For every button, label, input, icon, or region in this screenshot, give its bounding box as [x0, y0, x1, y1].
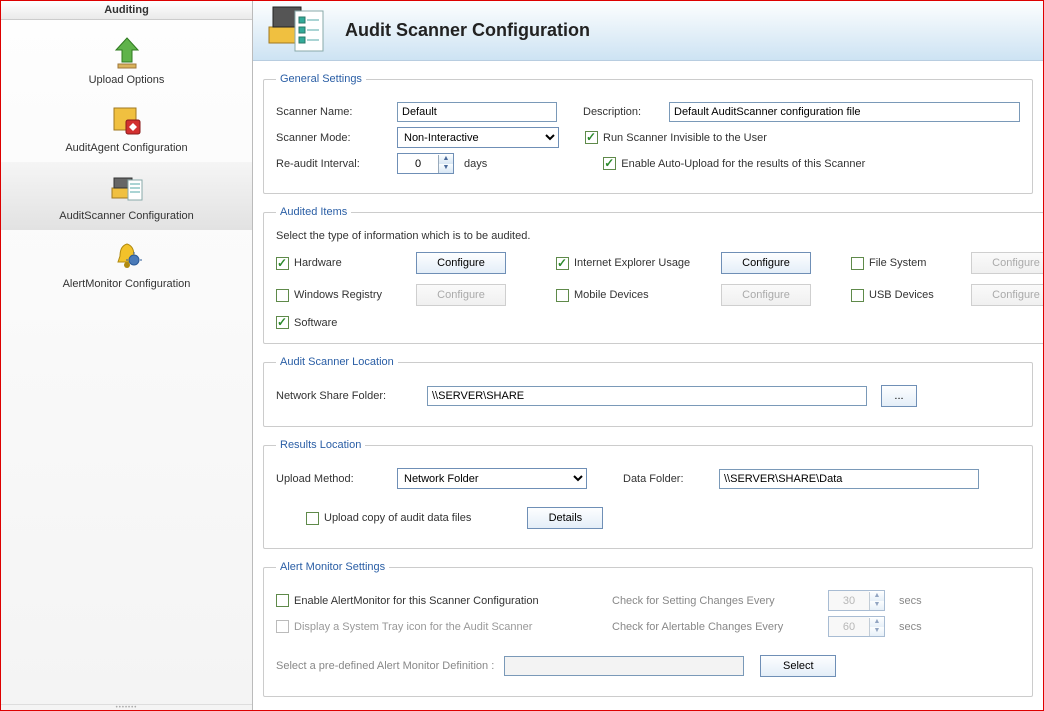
predef-label: Select a pre-defined Alert Monitor Defin…: [276, 660, 494, 672]
results-location-group: Results Location Upload Method: Network …: [263, 439, 1033, 549]
audited-items-group: Audited Items Select the type of informa…: [263, 206, 1043, 344]
run-invisible-checkbox[interactable]: Run Scanner Invisible to the User: [585, 131, 767, 144]
fs-configure-button: Configure: [971, 252, 1043, 274]
audited-instruction: Select the type of information which is …: [276, 230, 1043, 242]
sidebar: Auditing Upload Options AuditAgent Confi…: [1, 1, 253, 710]
scanner-name-input[interactable]: [397, 102, 557, 122]
general-legend: General Settings: [276, 73, 366, 85]
usb-checkbox[interactable]: USB Devices: [851, 289, 971, 302]
spin-down-icon[interactable]: ▼: [439, 164, 453, 173]
alertable-interval-spinner: ▲▼: [828, 616, 885, 637]
reaudit-label: Re-audit Interval:: [276, 158, 391, 170]
scanner-name-label: Scanner Name:: [276, 106, 391, 118]
check-alertable-label: Check for Alertable Changes Every: [612, 621, 822, 633]
software-checkbox[interactable]: Software: [276, 316, 416, 329]
check-setting-label: Check for Setting Changes Every: [612, 595, 822, 607]
description-input[interactable]: [669, 102, 1020, 122]
page-header: Audit Scanner Configuration: [253, 1, 1043, 61]
general-settings-group: General Settings Scanner Name: Descripti…: [263, 73, 1033, 194]
hardware-checkbox[interactable]: Hardware: [276, 257, 416, 270]
scanner-icon: [1, 166, 252, 206]
upload-icon: [1, 30, 252, 70]
agent-icon: [1, 98, 252, 138]
nsf-input[interactable]: [427, 386, 867, 406]
sidebar-item-auditagent[interactable]: AuditAgent Configuration: [1, 94, 252, 162]
enable-alertmonitor-checkbox[interactable]: Enable AlertMonitor for this Scanner Con…: [276, 594, 606, 607]
sidebar-item-alertmonitor[interactable]: AlertMonitor Configuration: [1, 230, 252, 298]
sidebar-item-auditscanner[interactable]: AuditScanner Configuration: [1, 162, 252, 230]
sidebar-item-label: Upload Options: [1, 70, 252, 86]
sidebar-resize-handle[interactable]: •••••••: [1, 704, 252, 710]
sidebar-title: Auditing: [1, 1, 252, 20]
mobile-configure-button: Configure: [721, 284, 811, 306]
sidebar-item-label: AuditAgent Configuration: [1, 138, 252, 154]
secs-label: secs: [899, 621, 922, 633]
reaudit-unit: days: [464, 158, 487, 170]
upload-copy-checkbox[interactable]: Upload copy of audit data files: [306, 512, 471, 525]
registry-configure-button: Configure: [416, 284, 506, 306]
systray-checkbox: Display a System Tray icon for the Audit…: [276, 620, 606, 633]
fs-checkbox[interactable]: File System: [851, 257, 971, 270]
page-title: Audit Scanner Configuration: [345, 20, 590, 41]
secs-label: secs: [899, 595, 922, 607]
auto-upload-checkbox[interactable]: Enable Auto-Upload for the results of th…: [603, 157, 865, 170]
scanner-location-group: Audit Scanner Location Network Share Fol…: [263, 356, 1033, 427]
sidebar-item-label: AlertMonitor Configuration: [1, 274, 252, 290]
hardware-configure-button[interactable]: Configure: [416, 252, 506, 274]
usb-configure-button: Configure: [971, 284, 1043, 306]
location-legend: Audit Scanner Location: [276, 356, 398, 368]
details-button[interactable]: Details: [527, 507, 603, 529]
ie-configure-button[interactable]: Configure: [721, 252, 811, 274]
select-button[interactable]: Select: [760, 655, 836, 677]
upload-method-select[interactable]: Network Folder: [397, 468, 587, 489]
data-folder-label: Data Folder:: [623, 473, 713, 485]
header-scanner-icon: [267, 1, 327, 60]
setting-interval-spinner: ▲▼: [828, 590, 885, 611]
bell-icon: [1, 234, 252, 274]
sidebar-item-upload-options[interactable]: Upload Options: [1, 26, 252, 94]
scanner-mode-label: Scanner Mode:: [276, 132, 391, 144]
reaudit-spinner[interactable]: ▲▼: [397, 153, 454, 174]
browse-button[interactable]: ...: [881, 385, 917, 407]
mobile-checkbox[interactable]: Mobile Devices: [556, 289, 721, 302]
ie-checkbox[interactable]: Internet Explorer Usage: [556, 257, 721, 270]
description-label: Description:: [583, 106, 663, 118]
results-legend: Results Location: [276, 439, 365, 451]
registry-checkbox[interactable]: Windows Registry: [276, 289, 416, 302]
scanner-mode-select[interactable]: Non-Interactive: [397, 127, 559, 148]
sidebar-item-label: AuditScanner Configuration: [1, 206, 252, 222]
alerts-legend: Alert Monitor Settings: [276, 561, 389, 573]
data-folder-input[interactable]: [719, 469, 979, 489]
predef-input: [504, 656, 744, 676]
spin-up-icon[interactable]: ▲: [439, 155, 453, 164]
nsf-label: Network Share Folder:: [276, 390, 421, 402]
audited-legend: Audited Items: [276, 206, 351, 218]
alert-monitor-group: Alert Monitor Settings Enable AlertMonit…: [263, 561, 1033, 697]
method-label: Upload Method:: [276, 473, 391, 485]
